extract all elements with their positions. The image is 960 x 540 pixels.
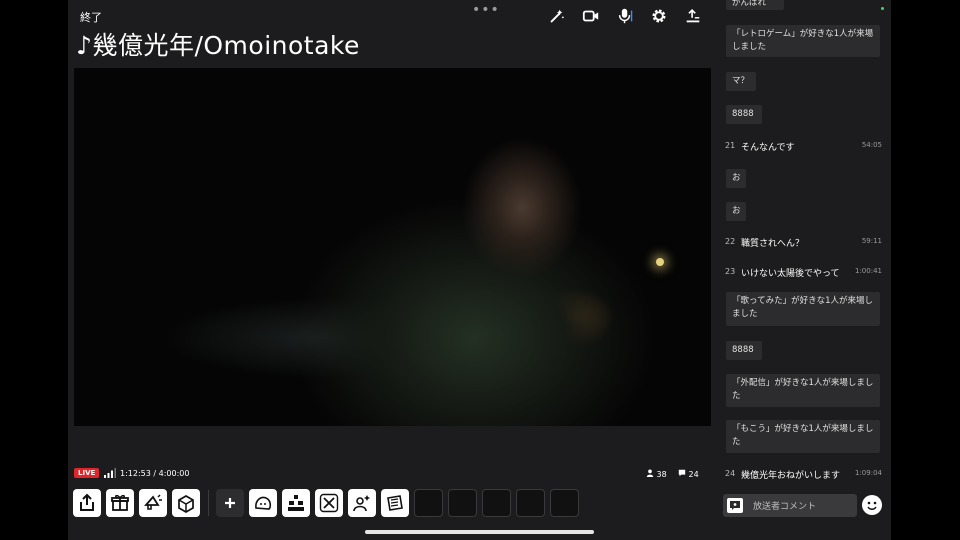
emoji-button[interactable] — [862, 495, 882, 515]
system-comment: 8888 — [726, 105, 762, 124]
comment-row[interactable]: 24 幾億光年おねがいします 1:09:04 — [724, 468, 888, 482]
more-options-handle[interactable]: ••• — [472, 2, 500, 18]
x-post-button[interactable] — [315, 489, 343, 517]
gear-icon[interactable] — [642, 5, 676, 27]
comment-time: 59:11 — [861, 237, 882, 245]
comment-time: 1:00:41 — [855, 267, 882, 275]
comment-text: 職質されへん？ — [741, 239, 805, 249]
bottom-toolbar — [73, 488, 584, 518]
viewer-count-value: 38 — [656, 470, 667, 479]
live-badge: LIVE — [74, 468, 100, 478]
empty-slot[interactable] — [550, 489, 579, 517]
viewer-count: 38 — [646, 469, 667, 479]
x-logo-icon — [319, 493, 339, 513]
share-button[interactable] — [73, 489, 101, 517]
broadcast-title: ♪幾億光年/Omoinotake — [76, 31, 360, 60]
share-up-icon[interactable] — [676, 5, 710, 27]
comment-mode-icon[interactable] — [727, 498, 743, 513]
empty-slot[interactable] — [516, 489, 545, 517]
comment-bubble-icon — [678, 469, 686, 477]
empty-slot[interactable] — [482, 489, 511, 517]
box-button[interactable] — [172, 489, 200, 517]
comment-row[interactable]: 22 職質されへん？ 59:11 — [724, 236, 888, 250]
system-comment: お — [726, 169, 746, 188]
signal-strength-icon — [104, 468, 116, 480]
system-comment: 8888 — [726, 341, 762, 360]
empty-slot[interactable] — [414, 489, 443, 517]
system-comment: 「もこう」が好きな1人が来場しました — [726, 420, 880, 453]
comment-text: 幾億光年おねがいします — [741, 471, 841, 481]
announce-button[interactable] — [139, 489, 167, 517]
share-icon — [80, 493, 94, 511]
comment-panel[interactable]: がんばれ 「レトロゲーム」が好きな1人が来場しました マ？ 8888 21 そん… — [724, 0, 888, 540]
system-comment: 「外配信」が好きな1人が来場しました — [726, 374, 880, 407]
add-button[interactable] — [216, 489, 244, 517]
gift-button[interactable] — [106, 489, 134, 517]
magic-wand-icon[interactable] — [540, 5, 574, 27]
top-toolbar — [540, 5, 710, 27]
empty-slot[interactable] — [448, 489, 477, 517]
comment-number: 23 — [725, 267, 736, 276]
comment-count: 24 — [678, 469, 699, 479]
comment-time: 54:05 — [861, 141, 882, 149]
system-comment: お — [726, 202, 746, 221]
microphone-icon[interactable] — [608, 5, 642, 27]
broadcaster-comment-box — [723, 494, 857, 517]
broadcaster-comment-input[interactable] — [751, 497, 855, 516]
comment-text: いけない太陽後でやって — [741, 269, 840, 279]
newspaper-icon — [387, 495, 403, 511]
news-button[interactable] — [381, 489, 409, 517]
comment-time: 1:09:04 — [855, 469, 882, 477]
smiley-icon — [867, 501, 877, 510]
sparkle-person-icon — [353, 495, 370, 512]
character-icon — [255, 496, 272, 510]
person-icon — [646, 469, 654, 477]
end-broadcast-button[interactable]: 終了 — [80, 9, 102, 25]
blocks-icon — [288, 495, 304, 511]
comment-number: 22 — [725, 237, 736, 246]
home-indicator[interactable] — [365, 530, 594, 534]
comment-number: 21 — [725, 141, 736, 150]
elapsed-time: 1:12:53 / 4:00:00 — [120, 469, 190, 478]
system-comment: 「歌ってみた」が好きな1人が来場しました — [726, 292, 880, 326]
video-preview — [74, 68, 711, 426]
camera-icon[interactable] — [574, 5, 608, 27]
comment-count-value: 24 — [688, 470, 699, 479]
system-comment: がんばれ — [726, 0, 784, 10]
stream-status-bar: LIVE 1:12:53 / 4:00:00 38 24 — [74, 467, 710, 481]
system-comment: 「レトロゲーム」が好きな1人が来場しました — [726, 25, 880, 57]
comment-row[interactable]: 21 そんなんです 54:05 — [724, 140, 888, 154]
background-light — [656, 258, 664, 266]
megaphone-icon — [144, 494, 162, 510]
toolbar-divider — [208, 490, 209, 516]
comment-number: 24 — [725, 469, 736, 478]
character-button[interactable] — [249, 489, 277, 517]
plus-icon — [225, 498, 235, 508]
comment-row[interactable]: 23 いけない太陽後でやって 1:00:41 — [724, 266, 888, 280]
box-icon — [178, 495, 194, 513]
effects-button[interactable] — [348, 489, 376, 517]
comment-text: そんなんです — [741, 143, 795, 153]
system-comment: マ？ — [726, 72, 756, 91]
gift-icon — [111, 494, 129, 511]
blocks-button[interactable] — [282, 489, 310, 517]
